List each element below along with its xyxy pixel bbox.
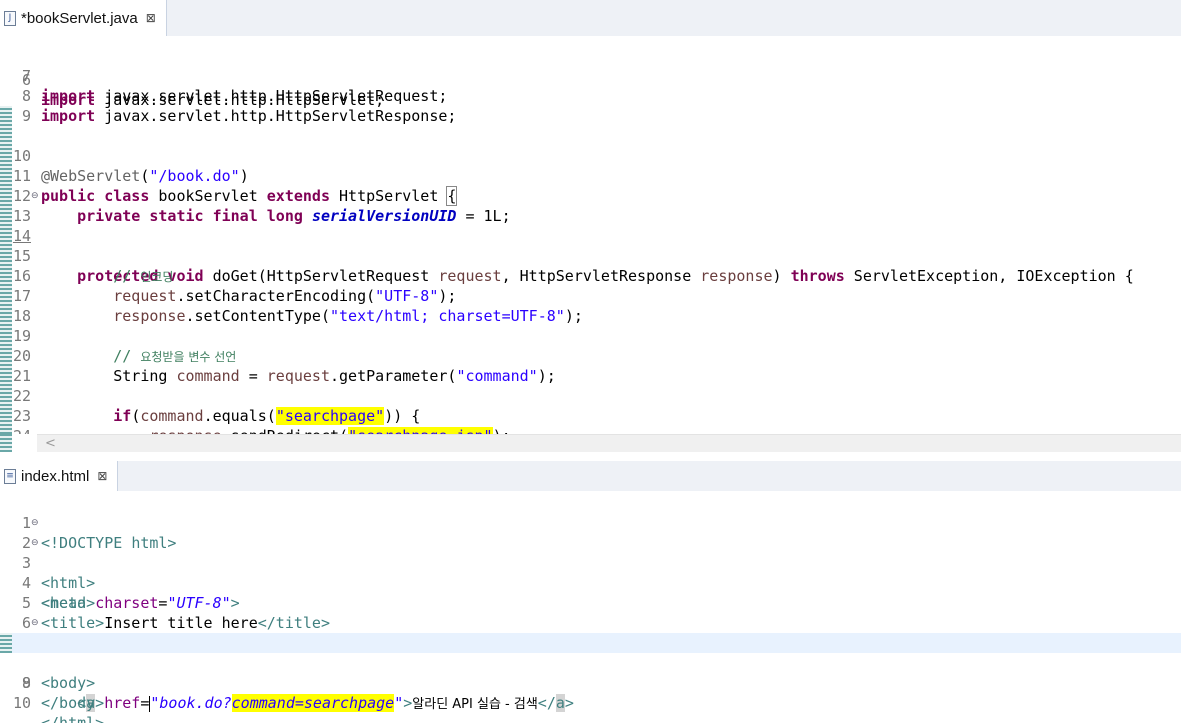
code-line: 8 import javax.servlet.http.HttpServletR… xyxy=(0,66,1181,125)
fold-collapse-icon[interactable]: ⊖ xyxy=(31,613,39,633)
code-line: 9 </body> xyxy=(0,653,1181,712)
java-editor[interactable]: 6 import javax.servlet.http.HttpServlet;… xyxy=(0,36,1181,434)
tab-index-html[interactable]: ≡ index.html ⊠ xyxy=(0,461,119,491)
fold-collapse-icon[interactable]: ⊖ xyxy=(31,186,39,206)
editor-split-divider xyxy=(0,452,1181,461)
fold-collapse-icon[interactable]: ⊖ xyxy=(31,513,39,533)
scroll-left-icon[interactable]: < xyxy=(45,435,56,453)
code-line: 13 xyxy=(0,166,1181,225)
change-marker xyxy=(0,126,12,146)
code-line: 1 <!DOCTYPE html> xyxy=(0,493,1181,552)
code-line: 2 ⊖ <html> xyxy=(0,513,1181,592)
code-line: 14 ⊖ protected void doGet(HttpServletReq… xyxy=(0,186,1181,285)
code-line: 3 ⊖ <head> xyxy=(0,533,1181,612)
code-text: </body> xyxy=(41,694,105,712)
code-line: 4 <meta charset="UTF-8"> xyxy=(0,553,1181,612)
code-line: 6 </head> xyxy=(0,593,1181,652)
change-marker xyxy=(0,286,12,306)
close-icon[interactable]: ⊠ xyxy=(97,469,107,483)
horizontal-scrollbar[interactable]: < xyxy=(37,434,1181,453)
html-file-icon: ≡ xyxy=(4,468,16,484)
code-line: 7 ⊖ <body> xyxy=(0,613,1181,692)
change-marker xyxy=(0,633,12,653)
code-text: <a href="book.do?command=searchpage">알라딘… xyxy=(77,694,574,712)
html-editor[interactable]: 1 <!DOCTYPE html> 2 ⊖ <html> 3 ⊖ <head> … xyxy=(0,491,1181,723)
code-line: 12 private static final long serialVersi… xyxy=(0,146,1181,225)
code-line: 19 // 요청받을 변수 선언 xyxy=(0,286,1181,365)
change-marker xyxy=(0,434,12,452)
change-marker xyxy=(0,386,12,406)
code-line: 7 import javax.servlet.http.HttpServletR… xyxy=(0,46,1181,105)
code-line: 11 public class bookServlet extends Http… xyxy=(0,126,1181,206)
code-text: </html> xyxy=(41,714,105,723)
change-marker xyxy=(0,226,12,246)
java-file-icon: J xyxy=(4,10,16,26)
code-line: 16 request.setCharacterEncoding("UTF-8")… xyxy=(0,226,1181,305)
change-marker xyxy=(0,406,12,426)
code-line: 15 // 인코딩 xyxy=(0,206,1181,285)
fold-collapse-icon[interactable]: ⊖ xyxy=(31,533,39,553)
code-line: 10 @WebServlet("/book.do") xyxy=(0,106,1181,185)
code-line: 23 response.sendRedirect("searchpage.jsp… xyxy=(0,366,1181,434)
code-line: 25 } xyxy=(0,406,1181,426)
change-marker xyxy=(0,246,12,266)
code-line: 21 xyxy=(0,326,1181,385)
change-marker xyxy=(0,206,12,226)
change-marker xyxy=(0,426,12,434)
code-line: 10 </html> xyxy=(0,673,1181,723)
change-marker xyxy=(0,106,12,126)
code-line: 20 String command = request.getParameter… xyxy=(0,306,1181,385)
code-line xyxy=(0,426,1181,434)
tab-bookservlet-java[interactable]: J *bookServlet.java ⊠ xyxy=(0,0,167,36)
change-marker xyxy=(0,146,12,166)
editor-tabbar-html: ≡ index.html ⊠ xyxy=(0,461,1181,492)
change-marker xyxy=(0,266,12,286)
close-icon[interactable]: ⊠ xyxy=(146,11,156,25)
change-marker xyxy=(0,306,12,326)
code-line: 22 if(command.equals("searchpage")) { xyxy=(0,346,1181,425)
tab-title: *bookServlet.java xyxy=(21,9,138,27)
code-line: 18 xyxy=(0,266,1181,325)
code-line: 9 xyxy=(0,86,1181,125)
change-marker xyxy=(0,366,12,386)
change-marker xyxy=(0,166,12,186)
code-line: 24 } xyxy=(0,386,1181,434)
change-marker xyxy=(0,186,12,206)
tab-title: index.html xyxy=(21,467,90,485)
change-marker xyxy=(0,346,12,366)
code-line-current: 8 <a href="book.do?command=searchpage">알… xyxy=(0,633,1181,712)
line-number: 10 xyxy=(12,694,31,712)
editor-tabbar-java: J *bookServlet.java ⊠ xyxy=(0,0,1181,37)
code-line: 5 <title>Insert title here</title> xyxy=(0,573,1181,632)
change-marker xyxy=(0,326,12,346)
code-line: 17 response.setContentType("text/html; c… xyxy=(0,246,1181,325)
